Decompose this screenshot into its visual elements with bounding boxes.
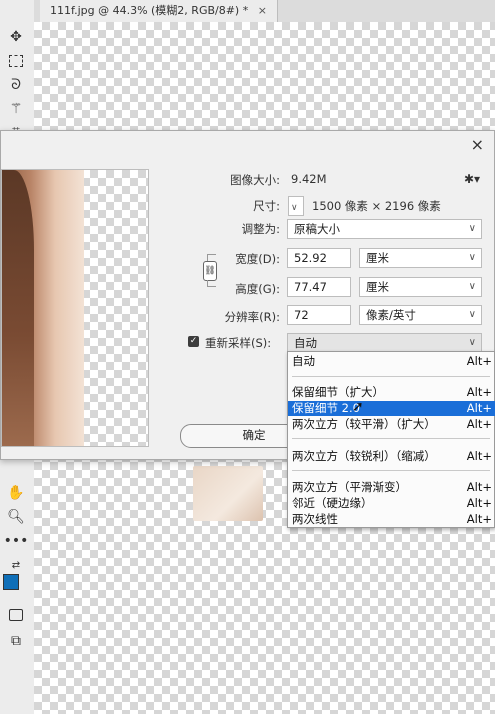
document-tab[interactable]: 111f.jpg @ 44.3% (模糊2, RGB/8#) * × bbox=[40, 0, 278, 22]
width-unit-select[interactable]: 厘米 ∨ bbox=[359, 248, 482, 268]
image-preview[interactable] bbox=[1, 169, 149, 447]
lasso-icon[interactable]: ᘐ bbox=[4, 74, 28, 96]
fit-to-select[interactable]: 原稿大小 ∨ bbox=[287, 219, 482, 239]
resample-option-bicubic-sharper[interactable]: 两次立方（较锐利）（缩减） Alt+ bbox=[288, 449, 495, 464]
resolution-label: 分辨率(R): bbox=[224, 310, 280, 324]
close-tab-icon[interactable]: × bbox=[258, 4, 267, 17]
swap-colors-icon[interactable]: ⇄ bbox=[4, 554, 28, 576]
option-label: 两次线性 bbox=[292, 512, 338, 526]
option-shortcut: Alt+ bbox=[466, 480, 492, 494]
resample-option-auto[interactable]: 自动 Alt+ bbox=[288, 354, 495, 369]
height-label: 高度(G): bbox=[235, 282, 280, 296]
fit-to-label: 调整为: bbox=[241, 222, 280, 236]
resample-select[interactable]: 自动 ∨ bbox=[287, 333, 482, 353]
height-unit-value: 厘米 bbox=[366, 280, 389, 294]
option-shortcut: Alt+ bbox=[466, 401, 492, 415]
width-field[interactable]: 52.92 bbox=[287, 248, 351, 268]
resample-option-nearest-neighbor[interactable]: 邻近（硬边缘） Alt+ bbox=[288, 496, 495, 511]
option-shortcut: Alt+ bbox=[466, 512, 492, 526]
option-label: 两次立方（较平滑）（扩大） bbox=[292, 417, 436, 431]
close-dialog-icon[interactable]: × bbox=[471, 135, 484, 154]
marquee-icon[interactable] bbox=[4, 50, 28, 72]
resample-label: 重新采样(S): bbox=[205, 336, 272, 350]
resample-value: 自动 bbox=[294, 336, 317, 350]
resample-option-bilinear[interactable]: 两次线性 Alt+ bbox=[288, 512, 495, 527]
resample-option-bicubic-smoother[interactable]: 两次立方（较平滑）（扩大） Alt+ bbox=[288, 417, 495, 432]
quick-mask-icon[interactable] bbox=[4, 604, 28, 626]
dimensions-value: 1500 像素 × 2196 像素 bbox=[312, 199, 441, 213]
preview-photo bbox=[2, 170, 84, 446]
image-size-label: 图像大小: bbox=[230, 173, 280, 187]
option-label: 自动 bbox=[292, 354, 315, 368]
option-label: 两次立方（平滑渐变） bbox=[292, 480, 407, 494]
canvas-image-fragment bbox=[193, 466, 263, 521]
chevron-down-icon: ∨ bbox=[468, 252, 476, 263]
image-size-value: 9.42M bbox=[291, 172, 327, 186]
option-shortcut: Alt+ bbox=[466, 385, 492, 399]
option-label: 邻近（硬边缘） bbox=[292, 496, 373, 510]
mouse-cursor-icon: ➚ bbox=[352, 399, 364, 415]
hand-icon[interactable]: ✋ bbox=[4, 482, 28, 504]
resolution-unit-value: 像素/英寸 bbox=[366, 308, 416, 322]
option-label: 保留细节 2.0 bbox=[292, 401, 360, 415]
dimensions-unit-toggle[interactable]: ∨ bbox=[288, 196, 304, 216]
resolution-field[interactable]: 72 bbox=[287, 305, 351, 325]
chevron-down-icon: ∨ bbox=[468, 337, 476, 348]
separator bbox=[292, 438, 490, 439]
screen-mode-icon[interactable]: ⧉ bbox=[4, 630, 28, 652]
document-title: 111f.jpg @ 44.3% (模糊2, RGB/8#) * bbox=[50, 4, 249, 17]
resample-dropdown-list: 自动 Alt+ 保留细节（扩大） Alt+ 保留细节 2.0 Alt+ 两次立方… bbox=[287, 351, 495, 528]
option-shortcut: Alt+ bbox=[466, 417, 492, 431]
zoom-icon[interactable]: 🔍︎ bbox=[4, 506, 28, 528]
option-shortcut: Alt+ bbox=[466, 354, 492, 368]
chevron-down-icon: ∨ bbox=[468, 309, 476, 320]
height-field[interactable]: 77.47 bbox=[287, 277, 351, 297]
chevron-down-icon: ∨ bbox=[468, 223, 476, 234]
resample-option-preserve-details-2[interactable]: 保留细节 2.0 Alt+ bbox=[288, 401, 495, 416]
gear-icon[interactable]: ✱▾ bbox=[464, 172, 480, 186]
option-shortcut: Alt+ bbox=[466, 496, 492, 510]
magic-wand-icon[interactable]: ⚚ bbox=[4, 98, 28, 120]
move-icon[interactable]: ✥ bbox=[4, 26, 28, 48]
more-icon[interactable]: ••• bbox=[4, 530, 29, 552]
foreground-color-swatch[interactable] bbox=[3, 574, 19, 590]
resample-option-preserve-details[interactable]: 保留细节（扩大） Alt+ bbox=[288, 385, 495, 400]
height-unit-select[interactable]: 厘米 ∨ bbox=[359, 277, 482, 297]
fit-to-value: 原稿大小 bbox=[294, 222, 340, 236]
dimensions-label: 尺寸: bbox=[253, 199, 280, 213]
resolution-unit-select[interactable]: 像素/英寸 ∨ bbox=[359, 305, 482, 325]
chevron-down-icon: ∨ bbox=[468, 281, 476, 292]
separator bbox=[292, 470, 490, 471]
option-label: 两次立方（较锐利）（缩减） bbox=[292, 449, 436, 463]
separator bbox=[292, 376, 490, 377]
resample-checkbox[interactable]: ✓ bbox=[188, 336, 199, 347]
width-label: 宽度(D): bbox=[235, 252, 280, 266]
option-label: 保留细节（扩大） bbox=[292, 385, 384, 399]
document-tab-bar: 111f.jpg @ 44.3% (模糊2, RGB/8#) * × bbox=[34, 0, 495, 23]
option-shortcut: Alt+ bbox=[466, 449, 492, 463]
width-unit-value: 厘米 bbox=[366, 251, 389, 265]
chevron-down-icon: ∨ bbox=[291, 203, 298, 213]
resample-option-bicubic[interactable]: 两次立方（平滑渐变） Alt+ bbox=[288, 480, 495, 495]
